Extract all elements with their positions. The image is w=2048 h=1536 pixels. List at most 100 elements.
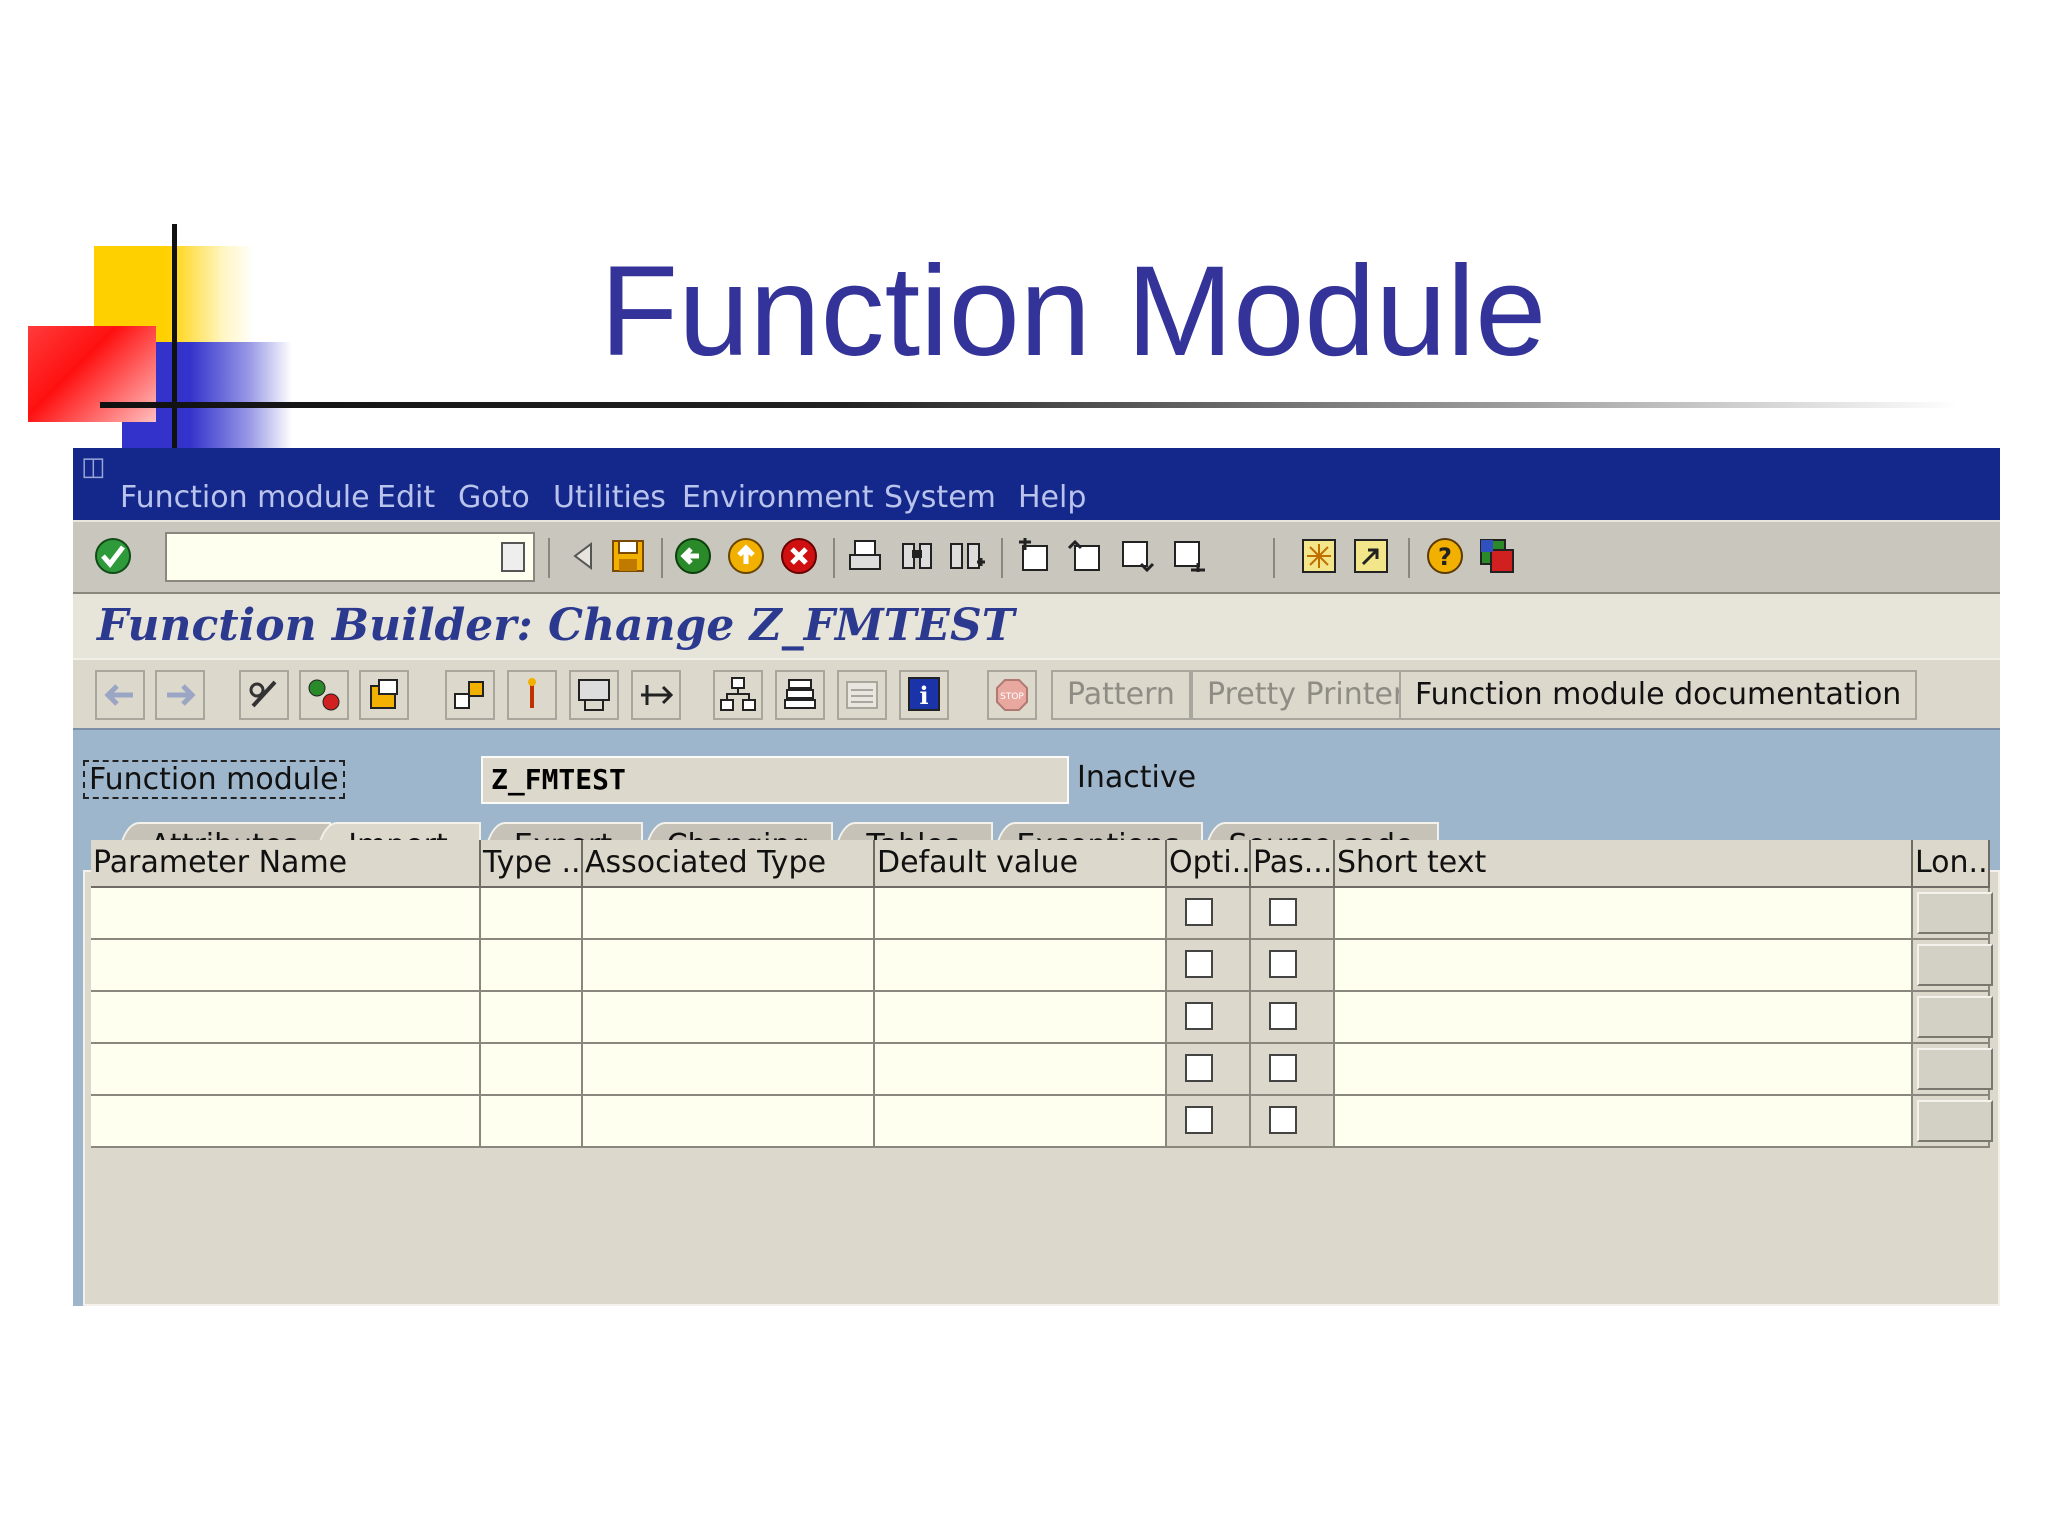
pass-value-checkbox[interactable]	[1269, 1106, 1297, 1134]
display-object-list-button[interactable]	[569, 670, 619, 720]
optional-checkbox[interactable]	[1185, 950, 1213, 978]
find-next-icon[interactable]	[947, 536, 987, 576]
short-text-cell[interactable]	[1335, 940, 1913, 992]
function-module-field[interactable]: Z_FMTEST	[481, 756, 1069, 804]
sap-window: ◫ Function module Edit Goto Utilities En…	[73, 448, 2000, 1306]
hierarchy-button[interactable]	[713, 670, 763, 720]
back-circle-icon[interactable]	[673, 536, 713, 576]
layout-icon[interactable]	[1477, 536, 1517, 576]
optional-checkbox[interactable]	[1185, 898, 1213, 926]
stack-button[interactable]	[775, 670, 825, 720]
default-value-cell[interactable]	[875, 888, 1167, 940]
menu-edit[interactable]: Edit	[377, 480, 435, 515]
short-text-cell[interactable]	[1335, 992, 1913, 1044]
long-text-button[interactable]	[1917, 944, 1993, 986]
pattern-button[interactable]: Pattern	[1051, 670, 1191, 720]
pass-value-checkbox[interactable]	[1269, 1054, 1297, 1082]
parameter-name-cell[interactable]	[91, 888, 481, 940]
default-value-cell[interactable]	[875, 992, 1167, 1044]
last-page-icon[interactable]	[1169, 536, 1209, 576]
pass-value-checkbox[interactable]	[1269, 1002, 1297, 1030]
exit-icon[interactable]	[726, 536, 766, 576]
associated-type-cell[interactable]	[583, 992, 875, 1044]
type-cell[interactable]	[481, 888, 583, 940]
pass-value-checkbox[interactable]	[1269, 950, 1297, 978]
menu-utilities[interactable]: Utilities	[553, 480, 666, 515]
parameter-name-cell[interactable]	[91, 1096, 481, 1148]
previous-page-icon[interactable]	[1065, 536, 1105, 576]
list-button[interactable]	[837, 670, 887, 720]
activate-button[interactable]	[299, 670, 349, 720]
type-cell[interactable]	[481, 1096, 583, 1148]
optional-checkbox[interactable]	[1185, 1106, 1213, 1134]
type-cell[interactable]	[481, 940, 583, 992]
col-header-optional[interactable]: Opti...	[1167, 840, 1251, 888]
help-icon[interactable]: ?	[1425, 536, 1465, 576]
long-text-button-cell	[1913, 1096, 1993, 1148]
cancel-icon[interactable]	[779, 536, 819, 576]
command-history-icon[interactable]	[501, 542, 525, 572]
window-menu-icon[interactable]: ◫	[81, 452, 106, 482]
other-object-button[interactable]	[445, 670, 495, 720]
default-value-cell[interactable]	[875, 1096, 1167, 1148]
next-object-button[interactable]	[155, 670, 205, 720]
application-toolbar: i STOP Pattern Pretty Printer Function m…	[73, 658, 2000, 730]
navigation-window-button[interactable]	[631, 670, 681, 720]
parameter-name-cell[interactable]	[91, 940, 481, 992]
col-header-default-value[interactable]: Default value	[875, 840, 1167, 888]
optional-checkbox[interactable]	[1185, 1002, 1213, 1030]
col-header-long-text[interactable]: Lon...	[1913, 840, 1990, 888]
display-change-button[interactable]	[239, 670, 289, 720]
default-value-cell[interactable]	[875, 940, 1167, 992]
info-button[interactable]: i	[899, 670, 949, 720]
shortcut-icon[interactable]	[1351, 536, 1391, 576]
function-module-documentation-button[interactable]: Function module documentation	[1399, 670, 1918, 720]
find-icon[interactable]	[897, 536, 937, 576]
associated-type-cell[interactable]	[583, 940, 875, 992]
col-header-parameter-name[interactable]: Parameter Name	[91, 840, 481, 888]
pass-value-checkbox[interactable]	[1269, 898, 1297, 926]
back-icon[interactable]	[563, 536, 603, 576]
parameter-name-cell[interactable]	[91, 992, 481, 1044]
create-session-icon[interactable]	[1299, 536, 1339, 576]
col-header-short-text[interactable]: Short text	[1335, 840, 1913, 888]
pretty-printer-button[interactable]: Pretty Printer	[1191, 670, 1422, 720]
save-icon[interactable]	[608, 536, 648, 576]
first-page-icon[interactable]	[1013, 536, 1053, 576]
default-value-cell[interactable]	[875, 1044, 1167, 1096]
menu-goto[interactable]: Goto	[458, 480, 530, 515]
short-text-cell[interactable]	[1335, 1044, 1913, 1096]
check-button[interactable]	[359, 670, 409, 720]
menu-system[interactable]: System	[884, 480, 996, 515]
other-object-icon	[454, 681, 484, 709]
activation-status: Inactive	[1077, 760, 1197, 795]
associated-type-cell[interactable]	[583, 1044, 875, 1096]
type-cell[interactable]	[481, 1044, 583, 1096]
type-cell[interactable]	[481, 992, 583, 1044]
col-header-type[interactable]: Type ...	[481, 840, 583, 888]
previous-object-button[interactable]	[95, 670, 145, 720]
menu-help[interactable]: Help	[1018, 480, 1086, 515]
long-text-button[interactable]	[1917, 996, 1993, 1038]
col-header-associated-type[interactable]: Associated Type	[583, 840, 875, 888]
menu-environment[interactable]: Environment	[682, 480, 874, 515]
associated-type-cell[interactable]	[583, 888, 875, 940]
arrow-left-icon	[104, 684, 133, 706]
optional-checkbox[interactable]	[1185, 1054, 1213, 1082]
enter-icon[interactable]	[93, 536, 133, 576]
parameter-name-cell[interactable]	[91, 1044, 481, 1096]
next-page-icon[interactable]	[1117, 536, 1157, 576]
short-text-cell[interactable]	[1335, 1096, 1913, 1148]
long-text-button[interactable]	[1917, 1100, 1993, 1142]
long-text-button[interactable]	[1917, 892, 1993, 934]
long-text-button[interactable]	[1917, 1048, 1993, 1090]
breakpoint-button[interactable]: STOP	[987, 670, 1037, 720]
menu-function-module[interactable]: Function module	[120, 480, 370, 515]
where-used-button[interactable]	[507, 670, 557, 720]
list-icon	[846, 681, 878, 709]
col-header-pass-value[interactable]: Pas...	[1251, 840, 1335, 888]
command-field[interactable]	[165, 532, 535, 582]
print-icon[interactable]	[845, 536, 885, 576]
short-text-cell[interactable]	[1335, 888, 1913, 940]
associated-type-cell[interactable]	[583, 1096, 875, 1148]
